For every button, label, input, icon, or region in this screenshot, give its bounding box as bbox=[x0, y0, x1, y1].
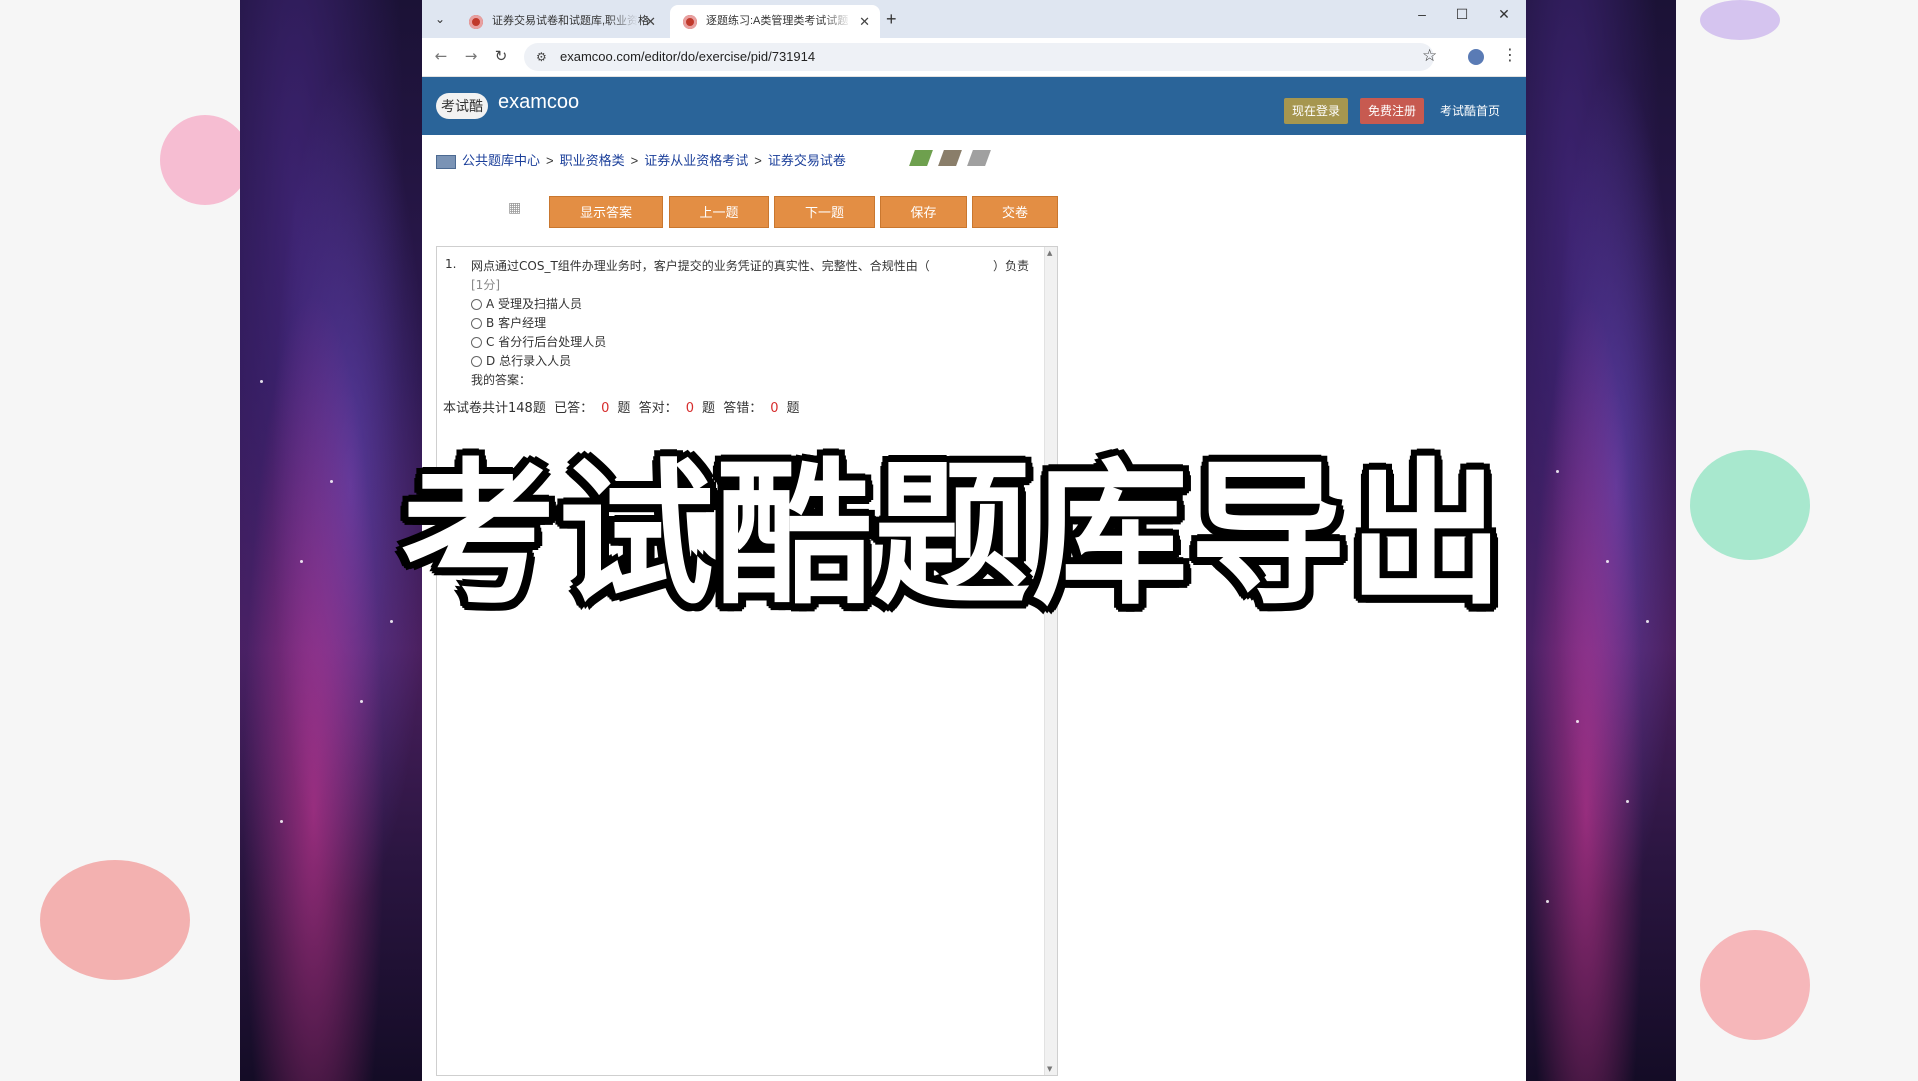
address-bar: ← → ↻ ⚙ examcoo.com/editor/do/exercise/p… bbox=[422, 38, 1526, 77]
site-logo-text[interactable]: examcoo bbox=[498, 91, 579, 114]
unit-label: 题 bbox=[701, 401, 715, 416]
print-icon[interactable] bbox=[967, 150, 992, 166]
option-text: 客户经理 bbox=[498, 316, 547, 330]
question-number: 1. bbox=[445, 257, 457, 271]
breadcrumb-item-question-bank[interactable]: 公共题库中心 bbox=[462, 153, 540, 168]
forward-icon[interactable]: → bbox=[460, 47, 482, 65]
correct-label: 答对： bbox=[638, 401, 678, 416]
examcoo-favicon-icon bbox=[683, 15, 697, 29]
url-input[interactable]: ⚙ examcoo.com/editor/do/exercise/pid/731… bbox=[524, 43, 1434, 71]
my-answer-label: 我的答案： bbox=[471, 373, 532, 387]
bank-card-icon bbox=[436, 154, 456, 169]
wrong-count: 0 bbox=[770, 401, 779, 416]
edit-icon[interactable] bbox=[938, 150, 963, 166]
tab-search-icon[interactable]: ⌄ bbox=[430, 9, 450, 29]
option-d[interactable]: D 总行录入人员 bbox=[471, 352, 571, 370]
site-logo-badge[interactable]: 考试酷 bbox=[436, 93, 488, 119]
option-letter: C bbox=[486, 335, 495, 349]
option-text: 省分行后台处理人员 bbox=[498, 335, 607, 349]
answered-count: 0 bbox=[601, 401, 610, 416]
option-letter: B bbox=[486, 316, 495, 330]
radio-button[interactable] bbox=[471, 356, 482, 367]
close-tab-icon[interactable]: ✕ bbox=[645, 5, 656, 38]
scroll-down-icon[interactable]: ▼ bbox=[1047, 1065, 1052, 1073]
tab-exercise[interactable]: 逐题练习:A类管理类考试试题 ✕ bbox=[670, 5, 880, 38]
decor-heart bbox=[160, 115, 250, 205]
answered-label: 已答： bbox=[554, 401, 594, 416]
radio-button[interactable] bbox=[471, 337, 482, 348]
register-button[interactable]: 免费注册 bbox=[1360, 98, 1425, 124]
correct-count: 0 bbox=[685, 401, 694, 416]
next-question-button[interactable]: 下一题 bbox=[774, 196, 875, 228]
question-scrollbar[interactable]: ▲ ▼ bbox=[1044, 247, 1057, 1075]
reload-icon[interactable]: ↻ bbox=[490, 47, 512, 65]
question-text-tail: ）负责 bbox=[993, 259, 1030, 273]
option-c[interactable]: C 省分行后台处理人员 bbox=[471, 333, 606, 351]
unit-label: 题 bbox=[617, 401, 631, 416]
option-b[interactable]: B 客户经理 bbox=[471, 314, 546, 332]
close-tab-icon[interactable]: ✕ bbox=[859, 5, 870, 38]
option-text: 总行录入人员 bbox=[499, 354, 572, 368]
option-text: 受理及扫描人员 bbox=[498, 297, 583, 311]
previous-question-button[interactable]: 上一题 bbox=[669, 196, 769, 228]
bookmark-star-icon[interactable]: ☆ bbox=[1422, 46, 1437, 66]
show-answer-button[interactable]: 显示答案 bbox=[549, 196, 663, 228]
grid-view-icon[interactable]: ▦ bbox=[508, 200, 521, 216]
paper-tools bbox=[909, 150, 994, 170]
examcoo-favicon-icon bbox=[469, 15, 483, 29]
option-letter: D bbox=[486, 354, 496, 368]
minimize-icon[interactable]: – bbox=[1402, 6, 1442, 22]
breadcrumb-separator: > bbox=[630, 153, 639, 168]
breadcrumb-item-vocational[interactable]: 职业资格类 bbox=[560, 153, 625, 168]
url-text: examcoo.com/editor/do/exercise/pid/73191… bbox=[560, 49, 816, 64]
breadcrumb: 公共题库中心 > 职业资格类 > 证券从业资格考试 > 证券交易试卷 bbox=[436, 150, 846, 172]
maximize-icon[interactable]: ☐ bbox=[1442, 6, 1482, 23]
decor-heart bbox=[1700, 930, 1810, 1040]
save-button[interactable]: 保存 bbox=[880, 196, 967, 228]
breadcrumb-item-trading-paper[interactable]: 证券交易试卷 bbox=[768, 153, 846, 168]
question-text: 网点通过COS_T组件办理业务时，客户提交的业务凭证的真实性、完整性、合规性由（ bbox=[471, 259, 930, 273]
back-icon[interactable]: ← bbox=[430, 47, 452, 65]
tab-strip: ⌄ 证券交易试卷和试题库,职业资格 ✕ 逐题练习:A类管理类考试试题 ✕ + –… bbox=[422, 0, 1526, 38]
wrong-label: 答错： bbox=[723, 401, 763, 416]
video-caption: 考试酷题库导出 bbox=[400, 444, 1506, 626]
decor-heart bbox=[1700, 0, 1780, 40]
question-score: [1分] bbox=[471, 278, 500, 292]
close-window-icon[interactable]: ✕ bbox=[1484, 6, 1524, 23]
browser-menu-icon[interactable]: ⋮ bbox=[1502, 45, 1518, 64]
site-header: 考试酷 examcoo 现在登录 免费注册 考试酷首页 bbox=[422, 77, 1526, 135]
radio-button[interactable] bbox=[471, 318, 482, 329]
decor-heart bbox=[1690, 450, 1810, 560]
option-a[interactable]: A 受理及扫描人员 bbox=[471, 295, 582, 313]
background-right-panel bbox=[1526, 0, 1676, 1081]
option-letter: A bbox=[486, 297, 495, 311]
tab-exam-paper[interactable]: 证券交易试卷和试题库,职业资格 ✕ bbox=[456, 5, 666, 38]
question-panel: 1. 网点通过COS_T组件办理业务时，客户提交的业务凭证的真实性、完整性、合规… bbox=[436, 246, 1058, 1076]
submit-paper-button[interactable]: 交卷 bbox=[972, 196, 1058, 228]
profile-icon[interactable] bbox=[1468, 49, 1484, 65]
unit-label: 题 bbox=[786, 401, 800, 416]
login-button[interactable]: 现在登录 bbox=[1284, 98, 1349, 124]
breadcrumb-separator: > bbox=[754, 153, 762, 168]
scroll-up-icon[interactable]: ▲ bbox=[1047, 249, 1052, 257]
breadcrumb-separator: > bbox=[546, 153, 554, 168]
book-icon[interactable] bbox=[909, 150, 933, 166]
decor-heart bbox=[40, 860, 190, 980]
new-tab-icon[interactable]: + bbox=[886, 9, 897, 30]
site-settings-icon[interactable]: ⚙ bbox=[536, 43, 547, 71]
total-questions: 本试卷共计148题 bbox=[443, 401, 546, 416]
radio-button[interactable] bbox=[471, 299, 482, 310]
progress-summary: 本试卷共计148题 已答： 0 题 答对： 0 题 答错： 0 题 bbox=[443, 397, 800, 416]
breadcrumb-item-securities-exam[interactable]: 证券从业资格考试 bbox=[644, 153, 748, 168]
home-link[interactable]: 考试酷首页 bbox=[1432, 98, 1508, 124]
